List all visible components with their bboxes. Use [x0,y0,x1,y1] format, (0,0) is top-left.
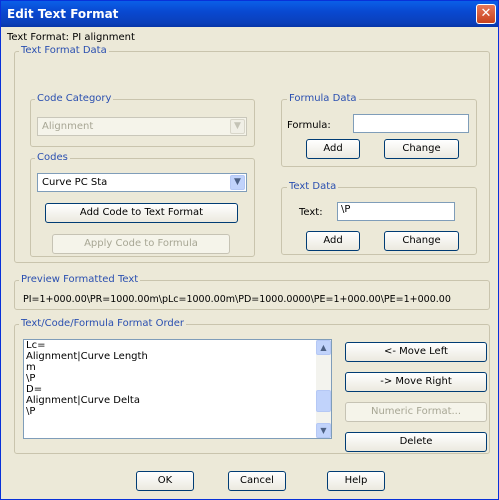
format-order-listbox[interactable]: Lc= Alignment|Curve Length m \P D= Align… [23,339,332,439]
add-code-to-text-format-button[interactable]: Add Code to Text Format [45,203,238,223]
codes-legend: Codes [35,152,70,164]
code-category-value: Alignment [42,121,94,132]
list-item[interactable]: \P [24,406,331,417]
list-item[interactable]: m [24,362,331,373]
formula-change-button[interactable]: Change [384,139,459,159]
chevron-down-icon[interactable]: ▼ [230,175,245,190]
move-left-button[interactable]: <- Move Left [345,342,487,362]
text-label: Text: [299,207,323,218]
formula-add-button[interactable]: Add [306,139,360,159]
close-icon[interactable]: ✕ [476,4,496,24]
scroll-thumb[interactable] [316,390,331,412]
code-category-select[interactable]: Alignment ▼ [37,117,247,136]
ok-button[interactable]: OK [136,471,194,491]
move-right-button[interactable]: -> Move Right [345,372,487,392]
list-item[interactable]: Alignment|Curve Length [24,351,331,362]
list-item[interactable]: \P [24,373,331,384]
delete-button[interactable]: Delete [345,432,487,452]
chevron-down-icon[interactable]: ▼ [230,119,245,134]
scroll-up-icon[interactable]: ▲ [316,340,331,355]
formula-data-legend: Formula Data [287,93,359,105]
edit-text-format-dialog: Edit Text Format ✕ Text Format: PI align… [0,0,499,500]
code-category-legend: Code Category [35,93,114,105]
list-item[interactable]: D= [24,384,331,395]
list-item[interactable]: Alignment|Curve Delta [24,395,331,406]
text-format-label: Text Format: [7,32,70,43]
text-data-legend: Text Data [287,181,339,193]
preview-text: PI=1+000.00\PR=1000.00m\pLc=1000.00m\PD=… [23,294,451,305]
scroll-down-icon[interactable]: ▼ [316,423,331,438]
numeric-format-button[interactable]: Numeric Format... [345,402,487,422]
format-order-legend: Text/Code/Formula Format Order [19,318,187,330]
dialog-title: Edit Text Format [7,7,119,21]
text-change-button[interactable]: Change [384,231,459,251]
codes-select[interactable]: Curve PC Sta ▼ [37,173,247,192]
formula-input[interactable] [353,114,469,133]
cancel-button[interactable]: Cancel [228,471,286,491]
codes-value: Curve PC Sta [42,177,108,188]
text-add-button[interactable]: Add [306,231,360,251]
text-format-value: PI alignment [72,32,135,43]
listbox-scrollbar[interactable]: ▲ ▼ [316,340,331,438]
apply-code-to-formula-button[interactable]: Apply Code to Formula [52,234,230,254]
text-input[interactable]: \P [337,202,455,221]
text-format-data-legend: Text Format Data [19,45,109,57]
formula-label: Formula: [287,120,331,131]
list-item[interactable]: Lc= [24,340,331,351]
preview-legend: Preview Formatted Text [19,274,141,286]
title-bar[interactable]: Edit Text Format ✕ [1,1,498,27]
text-format-line: Text Format: PI alignment [7,32,135,44]
help-button[interactable]: Help [327,471,385,491]
